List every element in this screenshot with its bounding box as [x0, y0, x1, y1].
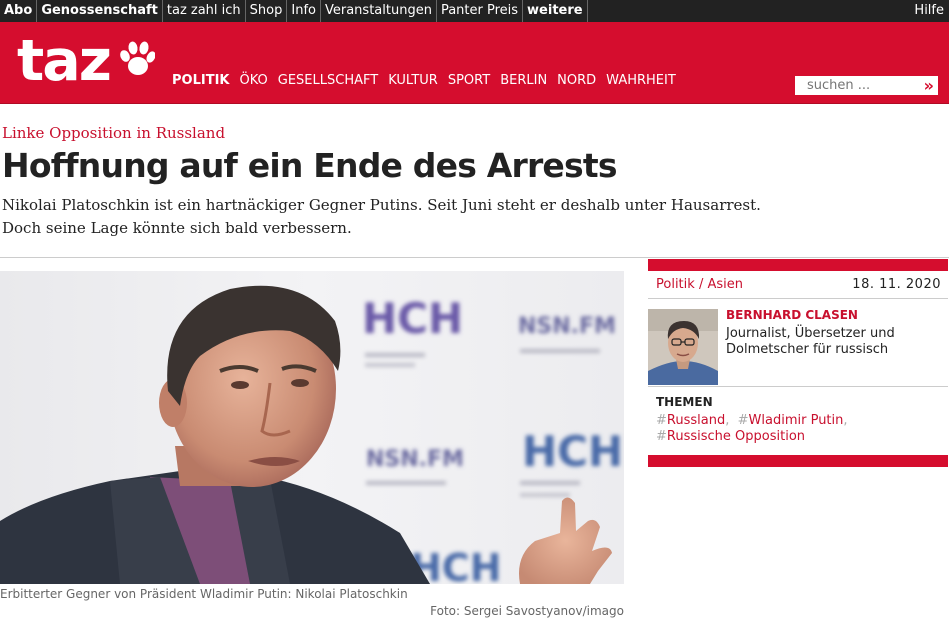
backdrop-logo-2: NSN.FM [518, 314, 616, 339]
tag-wladimir-putin[interactable]: Wladimir Putin [749, 413, 844, 428]
author-avatar[interactable] [648, 309, 718, 385]
main-nav: POLITIK ÖKO GESELLSCHAFT KULTUR SPORT BE… [172, 73, 686, 88]
search-submit-icon[interactable]: » [924, 77, 934, 94]
sidebar-top-bar [648, 259, 948, 271]
nav-wahrheit[interactable]: WAHRHEIT [606, 73, 676, 88]
hash-icon: # [737, 413, 749, 428]
link-veranstaltungen[interactable]: Veranstaltungen [321, 0, 437, 22]
photo-illustration: НСН NSN.FM НСН NSN.FM НСН [0, 285, 623, 584]
link-shop[interactable]: Shop [246, 0, 288, 22]
link-weitere[interactable]: weitere [523, 0, 588, 22]
backdrop-logo-4: NSN.FM [366, 447, 464, 472]
nav-politik[interactable]: POLITIK [172, 73, 229, 88]
article-sidebar: Politik / Asien 18. 11. 2020 BERNHARD CL… [648, 259, 948, 467]
nav-sport[interactable]: SPORT [448, 73, 490, 88]
header-divider [0, 257, 949, 258]
nav-nord[interactable]: NORD [557, 73, 596, 88]
nav-gesellschaft[interactable]: GESELLSCHAFT [278, 73, 378, 88]
masthead: taz POLITIK ÖKO GESELLSCHAFT KULTUR SPOR… [0, 22, 949, 104]
category-link[interactable]: Politik [656, 277, 695, 292]
article-headline: Hoffnung auf ein Ende des Arrests [2, 146, 617, 185]
nav-berlin[interactable]: BERLIN [500, 73, 547, 88]
nav-oeko[interactable]: ÖKO [239, 73, 267, 88]
breadcrumb-separator: / [698, 277, 704, 292]
article-date: 18. 11. 2020 [852, 277, 941, 292]
link-hilfe[interactable]: Hilfe [914, 0, 944, 22]
teaser-line-2: Doch seine Lage könnte sich bald verbess… [2, 219, 352, 237]
author-bio: Journalist, Übersetzer und Dolmetscher f… [726, 326, 895, 357]
article-kicker: Linke Opposition in Russland [2, 124, 226, 142]
photo-caption: Erbitterter Gegner von Präsident Wladimi… [0, 587, 408, 601]
photo-credit: Foto: Sergei Savostyanov/imago [430, 604, 624, 618]
link-genossenschaft[interactable]: Genossenschaft [37, 0, 163, 22]
tag-list: #Russland, #Wladimir Putin, #Russische O… [656, 413, 848, 444]
author-portrait [648, 309, 718, 385]
logo-wordmark: taz [17, 28, 112, 94]
search-box: » [795, 76, 938, 95]
article-meta: Politik / Asien 18. 11. 2020 [648, 271, 948, 299]
top-utility-bar: Abo Genossenschaft taz zahl ich Shop Inf… [0, 0, 949, 22]
link-taz-zahl-ich[interactable]: taz zahl ich [163, 0, 246, 22]
tag-russische-opposition[interactable]: Russische Opposition [667, 429, 805, 444]
backdrop-logo-3: НСН [522, 427, 623, 476]
themes-heading: THEMEN [656, 395, 713, 409]
hash-icon: # [656, 429, 667, 444]
article-teaser: Nikolai Platoschkin ist ein hartnäckiger… [2, 194, 792, 240]
search-input[interactable] [795, 77, 905, 94]
link-info[interactable]: Info [287, 0, 321, 22]
hash-icon: # [656, 413, 667, 428]
link-panter-preis[interactable]: Panter Preis [437, 0, 524, 22]
teaser-line-1: Nikolai Platoschkin ist ein hartnäckiger… [2, 196, 761, 214]
subcategory-link[interactable]: Asien [707, 277, 743, 292]
link-abo[interactable]: Abo [0, 0, 38, 22]
author-box[interactable]: BERNHARD CLASEN Journalist, Übersetzer u… [648, 299, 948, 387]
nav-kultur[interactable]: KULTUR [388, 73, 438, 88]
tag-russland[interactable]: Russland [667, 413, 725, 428]
utility-links: Abo Genossenschaft taz zahl ich Shop Inf… [0, 0, 588, 22]
author-name-link[interactable]: BERNHARD CLASEN [726, 308, 858, 322]
taz-logo[interactable]: taz [17, 30, 157, 92]
breadcrumb: Politik / Asien [656, 277, 743, 292]
backdrop-logo-1: НСН [362, 294, 463, 343]
sidebar-bottom-bar [648, 455, 948, 467]
article-photo[interactable]: НСН NSN.FM НСН NSN.FM НСН [0, 271, 624, 584]
themes-box: THEMEN #Russland, #Wladimir Putin, #Russ… [648, 387, 948, 455]
paw-icon [120, 41, 155, 75]
